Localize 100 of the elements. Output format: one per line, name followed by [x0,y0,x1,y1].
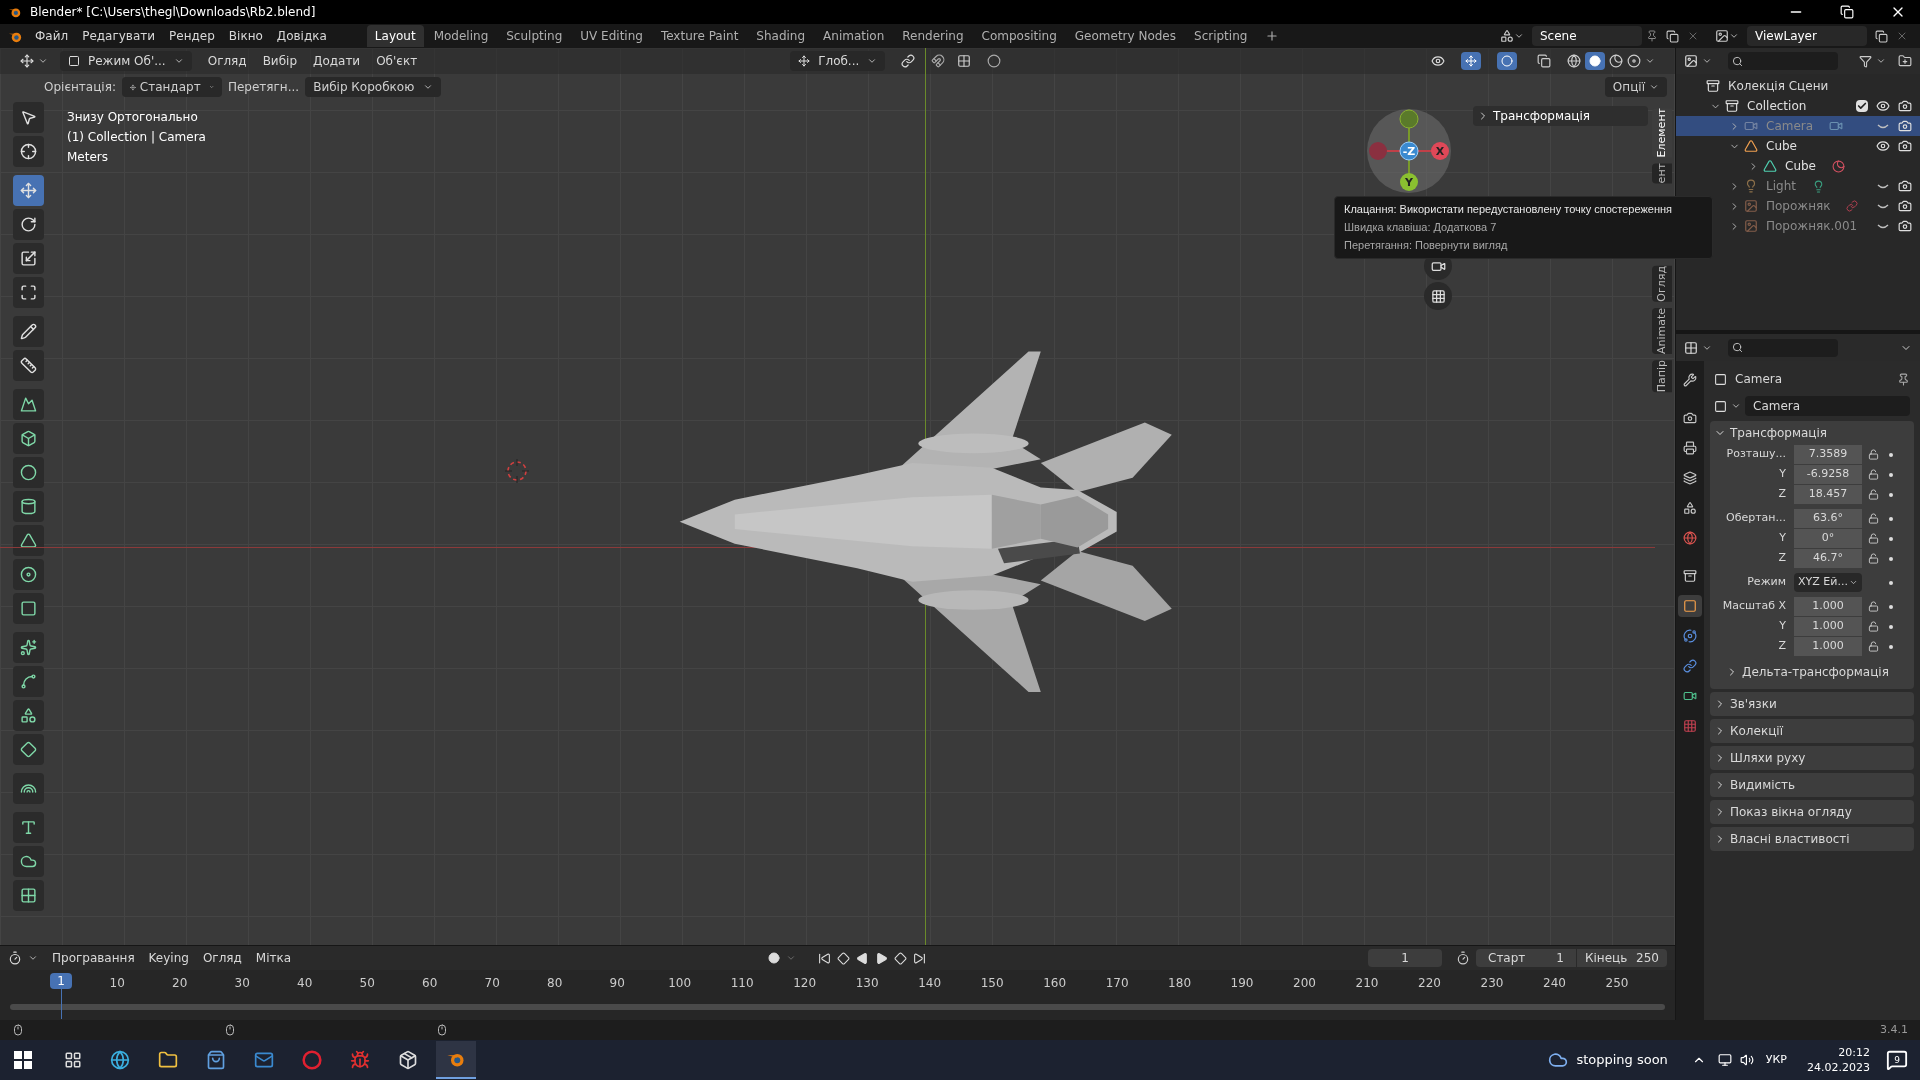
panel-header[interactable]: Шляхи руху [1710,746,1914,770]
render-camera-icon[interactable] [1898,219,1912,233]
play-reverse-icon[interactable] [856,951,870,965]
menu-item[interactable]: Довідка [276,27,327,45]
prev-keyframe-icon[interactable] [837,951,851,965]
view-layer-icon[interactable] [1715,29,1729,43]
rendered-shading-icon[interactable] [1627,54,1641,68]
tool-button[interactable] [12,102,44,133]
axis-handle[interactable] [1399,109,1419,129]
outliner-item-label[interactable]: Collection [1747,97,1807,115]
tool-button[interactable] [12,559,44,590]
editor-type-icon[interactable] [20,54,34,68]
weather-text[interactable]: stopping soon [1576,1050,1668,1070]
editor-type-icon[interactable] [1684,340,1698,355]
gizmo-toggle-icon[interactable] [1465,55,1477,67]
tool-button[interactable] [12,734,44,765]
current-frame-field[interactable]: 1 [1368,949,1442,967]
tool-button[interactable] [12,846,44,877]
render-camera-icon[interactable] [1898,179,1912,193]
tool-button[interactable] [12,666,44,697]
caret-icon[interactable] [867,56,878,66]
remove-icon[interactable] [1896,30,1908,42]
number-field[interactable]: 18.457 [1794,485,1862,504]
workspace-tab[interactable]: Sculpting [498,25,571,47]
mode-dropdown[interactable]: XYZ Ей... [1794,573,1862,592]
restore-icon[interactable] [1840,5,1854,19]
pivot-icon[interactable] [901,54,916,68]
search-icon[interactable] [1732,55,1743,67]
editor-type-icon[interactable] [8,951,22,965]
panel-header[interactable]: Показ вікна огляду [1710,800,1914,824]
tool-button[interactable] [12,525,44,556]
lock-icon[interactable] [1868,489,1879,500]
panel-title[interactable]: Показ вікна огляду [1730,803,1852,821]
playhead[interactable]: 1 [50,973,72,989]
render-camera-icon[interactable] [1898,119,1912,133]
new-scene-icon[interactable] [1666,29,1679,43]
menu-item[interactable]: Файл [35,27,69,45]
tool-button[interactable] [12,491,44,522]
panel-header[interactable]: Колекції [1710,719,1914,743]
workspace-tab[interactable]: Compositing [973,25,1065,47]
view-layer-field[interactable]: ViewLayer [1747,26,1867,46]
outliner-row[interactable]: Cube [1676,136,1920,156]
axis-handle[interactable] [1431,142,1449,160]
tool-button[interactable] [12,389,44,420]
object-square-icon[interactable] [1714,399,1727,413]
menu-item[interactable]: Огляд [207,52,247,70]
workspace-tab[interactable]: Geometry Nodes [1066,25,1184,47]
menu-item[interactable]: Keying [148,949,189,967]
caret-icon[interactable] [1514,31,1524,41]
axis-handle[interactable] [1400,173,1418,191]
tool-button[interactable] [12,700,44,731]
pin-icon[interactable] [1646,30,1658,42]
menu-item[interactable]: Програвання [52,949,135,967]
tool-button[interactable] [12,243,44,274]
render-camera-icon[interactable] [1898,139,1912,153]
play-icon[interactable] [875,951,889,965]
caret-icon[interactable] [173,56,184,66]
panel-title[interactable]: Трансформація [1730,424,1828,442]
tool-button[interactable] [12,277,44,308]
record-icon[interactable] [768,952,781,964]
workspace-tab[interactable]: Layout [366,25,424,47]
scrollbar[interactable] [10,1004,1665,1010]
editor-type-icon[interactable] [1684,54,1698,68]
grid-view-icon[interactable] [1430,288,1446,304]
outliner-item-label[interactable]: Колекція Сцени [1728,77,1829,95]
outliner-item-label[interactable]: Порожняк.001 [1766,217,1858,235]
mode-dropdown[interactable]: Режим Об'... [60,51,192,71]
drag-dropdown[interactable]: Вибір Коробкою [305,77,442,97]
menu-item[interactable]: Об'єкт [376,52,418,70]
caret-icon[interactable] [1702,56,1712,66]
weather-icon[interactable] [1548,1050,1569,1070]
menu-item[interactable]: Вікно [228,27,263,45]
language-indicator[interactable]: УКР [1765,1051,1787,1069]
caret-icon[interactable] [1731,401,1741,411]
snap-grid-icon[interactable] [957,54,972,68]
caret-icon[interactable] [28,953,38,963]
menu-item[interactable]: Огляд [202,949,242,967]
number-field[interactable]: 1.000 [1794,617,1862,636]
panel-header[interactable]: Власні властивості [1710,827,1914,851]
mail-icon[interactable] [254,1050,274,1070]
next-keyframe-icon[interactable] [894,951,908,965]
sidebar-tab[interactable]: ент [1652,163,1672,184]
jump-start-icon[interactable] [818,951,832,965]
outliner-row[interactable]: Порожняк.001 [1676,216,1920,236]
end-frame-field[interactable]: 250 [1636,949,1659,967]
navigation-gizmo[interactable]: -Z X Y [1366,108,1452,194]
proportional-icon[interactable] [987,54,1002,68]
menu-item[interactable]: Редагувати [82,27,156,45]
lock-icon[interactable] [1868,601,1879,612]
panel-title[interactable]: Колекції [1730,722,1783,740]
solid-shading-icon[interactable] [1589,55,1601,67]
outliner-item-label[interactable]: Порожняк [1766,197,1831,215]
panel-title[interactable]: Шляхи руху [1730,749,1806,767]
outliner-item-label[interactable]: Cube [1766,137,1797,155]
outliner-row[interactable]: Collection [1676,96,1920,116]
menu-item[interactable]: Рендер [169,27,215,45]
tool-button[interactable] [12,136,44,167]
panel-title[interactable]: Видимість [1730,776,1796,794]
task-view-icon[interactable] [64,1051,82,1069]
eye-icon[interactable] [1876,99,1890,113]
